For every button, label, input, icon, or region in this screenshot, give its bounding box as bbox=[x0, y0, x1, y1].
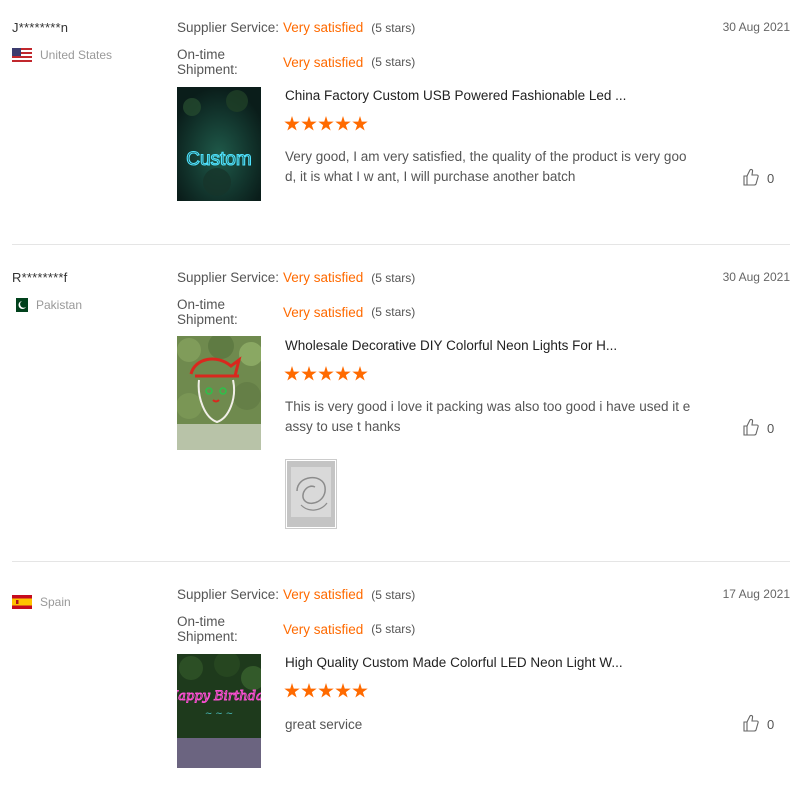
product-title[interactable]: China Factory Custom USB Powered Fashion… bbox=[285, 88, 626, 103]
star-icon bbox=[318, 683, 334, 698]
country-name: Pakistan bbox=[36, 298, 83, 312]
product-thumbnail[interactable]: Happy Birthday ~ ~ ~ bbox=[177, 654, 261, 768]
product-title[interactable]: Wholesale Decorative DIY Colorful Neon L… bbox=[285, 338, 617, 353]
star-rating bbox=[284, 366, 368, 382]
spain-flag-icon bbox=[12, 595, 32, 609]
rating-value: Very satisfied bbox=[283, 54, 364, 70]
rating-stars-text: (5 stars) bbox=[371, 305, 416, 319]
review-date: 17 Aug 2021 bbox=[722, 587, 790, 601]
buyer-name: R********f bbox=[12, 270, 68, 285]
supplier-service-rating: Supplier Service: Very satisfied (5 star… bbox=[177, 587, 415, 602]
product-thumbnail[interactable]: Custom bbox=[177, 87, 261, 201]
star-icon bbox=[318, 366, 334, 381]
product-title[interactable]: High Quality Custom Made Colorful LED Ne… bbox=[285, 655, 623, 670]
rating-stars-text: (5 stars) bbox=[371, 270, 416, 285]
country-name: United States bbox=[40, 48, 113, 62]
review-text: This is very good i love it packing was … bbox=[285, 399, 691, 434]
star-icon bbox=[301, 366, 317, 381]
star-icon bbox=[352, 366, 368, 381]
rating-value: Very satisfied bbox=[283, 270, 364, 285]
supplier-service-rating: Supplier Service: Very satisfied (5 star… bbox=[177, 270, 415, 285]
review-text: great service bbox=[285, 717, 363, 732]
star-icon bbox=[335, 116, 351, 131]
star-icon bbox=[352, 683, 368, 698]
star-icon bbox=[318, 116, 334, 131]
buyer-country: United States bbox=[12, 48, 112, 62]
like-button[interactable]: 0 bbox=[743, 418, 774, 439]
rating-value: Very satisfied bbox=[283, 304, 364, 320]
like-button[interactable]: 0 bbox=[743, 168, 774, 189]
supplier-service-rating: Supplier Service: Very satisfied (5 star… bbox=[177, 20, 415, 35]
star-icon bbox=[284, 683, 300, 698]
product-thumbnail[interactable] bbox=[177, 336, 261, 450]
rating-label: Supplier Service: bbox=[177, 20, 280, 35]
review-text: Very good, I am very satisfied, the qual… bbox=[285, 149, 687, 184]
like-count: 0 bbox=[767, 171, 775, 186]
svg-text:~ ~ ~: ~ ~ ~ bbox=[205, 709, 233, 719]
star-icon bbox=[301, 116, 317, 131]
buyer-country: Pakistan bbox=[12, 298, 82, 312]
thumbs-up-icon bbox=[743, 168, 759, 189]
country-name: Spain bbox=[40, 595, 71, 609]
rating-stars-text: (5 stars) bbox=[371, 20, 416, 35]
review-date: 30 Aug 2021 bbox=[722, 270, 790, 284]
review-divider bbox=[12, 244, 790, 245]
star-icon bbox=[335, 683, 351, 698]
buyer-name: J********n bbox=[12, 20, 69, 35]
review-divider bbox=[12, 561, 790, 562]
star-icon bbox=[284, 366, 300, 381]
buyer-country: Spain bbox=[12, 595, 71, 609]
star-icon bbox=[301, 683, 317, 698]
like-count: 0 bbox=[767, 421, 775, 436]
thumbs-up-icon bbox=[743, 418, 759, 439]
us-flag-icon bbox=[12, 48, 32, 62]
rating-stars-text: (5 stars) bbox=[371, 55, 416, 69]
rating-label: Supplier Service: bbox=[177, 270, 280, 285]
review-attachment-image[interactable] bbox=[285, 459, 337, 529]
star-icon bbox=[352, 116, 368, 131]
rating-stars-text: (5 stars) bbox=[371, 622, 416, 636]
neon-text: Happy Birthday bbox=[177, 689, 261, 704]
rating-value: Very satisfied bbox=[283, 20, 364, 35]
rating-label: On-time Shipment: bbox=[177, 297, 238, 327]
pakistan-flag-icon bbox=[12, 298, 28, 312]
rating-value: Very satisfied bbox=[283, 587, 364, 602]
review-date: 30 Aug 2021 bbox=[722, 20, 790, 34]
like-count: 0 bbox=[767, 717, 775, 732]
rating-label: On-time Shipment: bbox=[177, 614, 238, 644]
shipment-rating: On-time Shipment: Very satisfied (5 star… bbox=[177, 614, 415, 644]
shipment-rating: On-time Shipment: Very satisfied (5 star… bbox=[177, 47, 415, 77]
rating-stars-text: (5 stars) bbox=[371, 587, 416, 602]
rating-label: Supplier Service: bbox=[177, 587, 280, 602]
star-rating bbox=[284, 116, 368, 132]
star-icon bbox=[335, 366, 351, 381]
star-icon bbox=[284, 116, 300, 131]
like-button[interactable]: 0 bbox=[743, 714, 774, 735]
thumbs-up-icon bbox=[743, 714, 759, 735]
rating-value: Very satisfied bbox=[283, 621, 364, 637]
rating-label: On-time Shipment: bbox=[177, 47, 238, 77]
neon-text: Custom bbox=[186, 149, 251, 170]
shipment-rating: On-time Shipment: Very satisfied (5 star… bbox=[177, 297, 415, 327]
star-rating bbox=[284, 683, 368, 699]
